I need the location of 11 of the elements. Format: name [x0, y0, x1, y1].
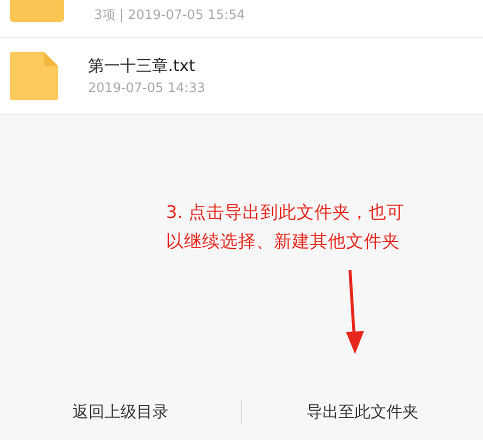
file-name: 第一十三章.txt [88, 56, 196, 75]
export-button[interactable]: 导出至此文件夹 [242, 392, 483, 432]
annotation-text: 以继续选择、新建其他文件夹 [166, 231, 401, 254]
file-meta: 2019-07-05 14:33 [88, 80, 206, 96]
back-button[interactable]: 返回上级目录 [0, 392, 241, 432]
folder-icon [10, 0, 64, 22]
file-meta: 3项 | 2019-07-05 15:54 [94, 8, 246, 24]
arrow-icon [346, 270, 364, 354]
document-icon [10, 52, 58, 100]
file-row[interactable]: 第一十三章.txt 2019-07-05 14:33 [0, 38, 483, 115]
annotation-text: 3. 点击导出到此文件夹，也可 [166, 202, 404, 225]
